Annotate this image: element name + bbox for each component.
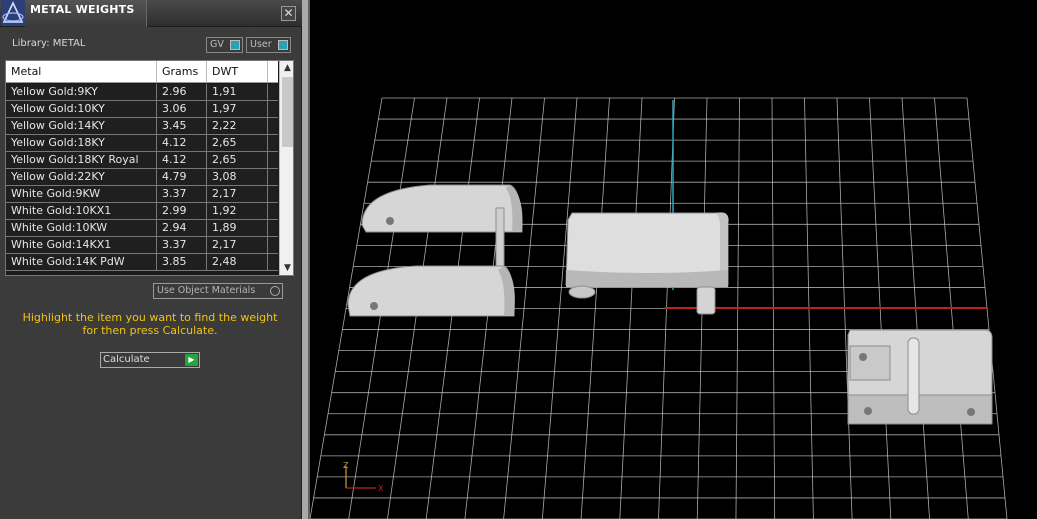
cell-metal: White Gold:10KW	[6, 220, 157, 236]
scroll-up-icon[interactable]: ▲	[280, 61, 293, 75]
scroll-thumb[interactable]	[282, 77, 293, 147]
axis-x-label: X	[378, 484, 384, 493]
close-icon[interactable]: ✕	[281, 6, 296, 21]
instruction-line-2: for then press Calculate.	[82, 324, 218, 337]
table-row[interactable]: Yellow Gold:18KY 4.12 2,65	[6, 135, 278, 152]
cell-grams: 3.37	[157, 237, 207, 253]
gv-label: GV	[210, 39, 224, 50]
cell-dwt: 1,92	[207, 203, 268, 219]
cell-grams: 2.96	[157, 84, 207, 100]
cell-metal: White Gold:14K PdW	[6, 254, 157, 270]
cell-grams: 3.37	[157, 186, 207, 202]
cell-grams: 3.85	[157, 254, 207, 270]
cell-metal: White Gold:10KX1	[6, 203, 157, 219]
cell-grams: 2.99	[157, 203, 207, 219]
use-object-materials-label: Use Object Materials	[157, 285, 256, 296]
cell-metal: Yellow Gold:18KY	[6, 135, 157, 151]
cell-dwt: 2,17	[207, 186, 268, 202]
viewport-canvas[interactable]: Z X	[310, 0, 1037, 519]
cell-metal: Yellow Gold:10KY	[6, 101, 157, 117]
axis-z-label: Z	[343, 461, 349, 470]
cell-metal: Yellow Gold:18KY Royal	[6, 152, 157, 168]
cell-grams: 3.06	[157, 101, 207, 117]
table-scrollbar[interactable]: ▲ ▼	[279, 61, 293, 275]
cell-dwt: 2,22	[207, 118, 268, 134]
cell-dwt: 3,08	[207, 169, 268, 185]
cell-dwt: 2,17	[207, 237, 268, 253]
cell-grams: 2.94	[157, 220, 207, 236]
radio-icon	[270, 286, 280, 296]
column-header-metal[interactable]: Metal	[6, 61, 157, 83]
library-label: Library: METAL	[12, 38, 86, 49]
table-row[interactable]: Yellow Gold:18KY Royal 4.12 2,65	[6, 152, 278, 169]
cell-dwt: 1,89	[207, 220, 268, 236]
toggle-icon	[230, 40, 240, 50]
calculate-button[interactable]: Calculate ▶	[100, 352, 200, 368]
model-plate-center[interactable]	[565, 212, 729, 315]
play-icon: ▶	[185, 354, 198, 366]
instruction-text: Highlight the item you want to find the …	[12, 311, 288, 337]
cell-metal: Yellow Gold:14KY	[6, 118, 157, 134]
instruction-line-1: Highlight the item you want to find the …	[22, 311, 278, 324]
table-row[interactable]: White Gold:14K PdW 3.85 2,48	[6, 254, 278, 271]
cell-metal: White Gold:9KW	[6, 186, 157, 202]
table-row[interactable]: White Gold:14KX1 3.37 2,17	[6, 237, 278, 254]
cell-metal: White Gold:14KX1	[6, 237, 157, 253]
3d-viewport[interactable]: Z X	[310, 0, 1037, 519]
table-row[interactable]: Yellow Gold:10KY 3.06 1,97	[6, 101, 278, 118]
app-logo-icon	[1, 0, 25, 26]
panel-title: METAL WEIGHTS	[30, 3, 135, 16]
panel-title-tab[interactable]: METAL WEIGHTS	[25, 0, 147, 27]
cell-dwt: 2,48	[207, 254, 268, 270]
cell-metal: Yellow Gold:9KY	[6, 84, 157, 100]
user-toggle-button[interactable]: User	[246, 37, 291, 53]
cell-dwt: 1,91	[207, 84, 268, 100]
calculate-label: Calculate	[103, 354, 150, 365]
cell-dwt: 1,97	[207, 101, 268, 117]
panel-titlebar: METAL WEIGHTS ✕	[0, 0, 302, 27]
gv-toggle-button[interactable]: GV	[206, 37, 243, 53]
table-row[interactable]: Yellow Gold:14KY 3.45 2,22	[6, 118, 278, 135]
cell-grams: 4.79	[157, 169, 207, 185]
model-clasp-left[interactable]	[347, 184, 523, 317]
table-row[interactable]: White Gold:9KW 3.37 2,17	[6, 186, 278, 203]
use-object-materials-button[interactable]: Use Object Materials	[153, 283, 283, 299]
user-label: User	[250, 39, 272, 50]
cell-metal: Yellow Gold:22KY	[6, 169, 157, 185]
cell-dwt: 2,65	[207, 152, 268, 168]
cell-grams: 4.12	[157, 152, 207, 168]
table-row[interactable]: Yellow Gold:9KY 2.96 1,91	[6, 84, 278, 101]
table-body: Yellow Gold:9KY 2.96 1,91 Yellow Gold:10KY 3…	[6, 84, 278, 271]
column-header-grams[interactable]: Grams	[157, 61, 207, 83]
table-row[interactable]: White Gold:10KW 2.94 1,89	[6, 220, 278, 237]
scroll-down-icon[interactable]: ▼	[280, 261, 293, 275]
table-header: Metal Grams DWT	[6, 61, 278, 83]
model-hinge-block[interactable]	[847, 329, 993, 425]
metal-table: Metal Grams DWT Yellow Gold:9KY 2.96 1,91 Y…	[5, 60, 294, 276]
cell-grams: 4.12	[157, 135, 207, 151]
cell-dwt: 2,65	[207, 135, 268, 151]
metal-weights-panel: METAL WEIGHTS ✕ Library: METAL GV User M…	[0, 0, 302, 519]
table-row[interactable]: Yellow Gold:22KY 4.79 3,08	[6, 169, 278, 186]
table-row[interactable]: White Gold:10KX1 2.99 1,92	[6, 203, 278, 220]
column-header-dwt[interactable]: DWT	[207, 61, 268, 83]
cell-grams: 3.45	[157, 118, 207, 134]
toggle-icon	[278, 40, 288, 50]
